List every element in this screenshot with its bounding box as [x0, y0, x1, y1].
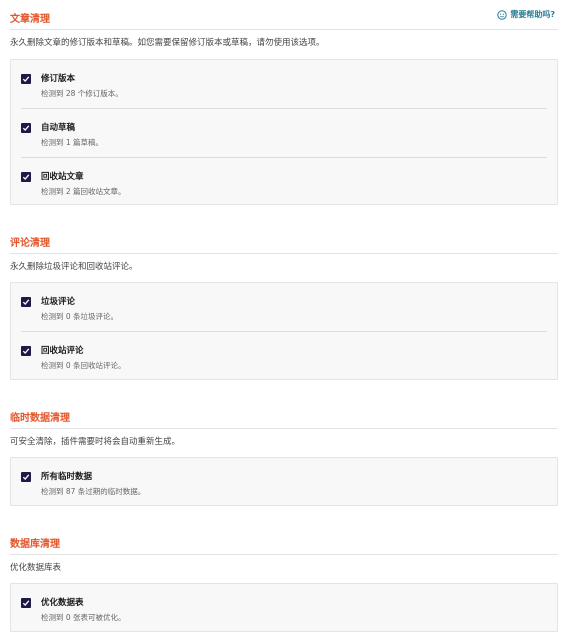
auto-drafts-checkbox[interactable]: [21, 123, 31, 133]
help-link[interactable]: 需要帮助吗?: [497, 9, 555, 20]
option-label: 修订版本: [41, 74, 76, 84]
option-detail: 检测到 1 篇草稿。: [41, 138, 104, 147]
section-title: 评论清理: [10, 238, 50, 249]
section-description: 可安全清除，插件需要时将会自动重新生成。: [10, 437, 181, 447]
trash-posts-checkbox[interactable]: [21, 172, 31, 182]
option-label: 优化数据表: [41, 598, 84, 608]
section-header: 数据库清理: [10, 533, 558, 555]
section-header: 评论清理: [10, 232, 558, 254]
check-icon: [22, 299, 30, 305]
option-detail: 检测到 2 篇回收站文章。: [41, 187, 126, 196]
section-header: 临时数据清理: [10, 407, 558, 429]
section-title: 文章清理: [10, 14, 50, 25]
option-label: 垃圾评论: [41, 297, 76, 307]
option-label: 所有临时数据: [41, 472, 93, 482]
trash-comments-checkbox[interactable]: [21, 346, 31, 356]
option-all-transients: 所有临时数据 检测到 87 条过期的临时数据。: [21, 458, 547, 506]
support-icon: [497, 9, 508, 20]
options-box-transients: 所有临时数据 检测到 87 条过期的临时数据。: [10, 457, 558, 506]
check-icon: [22, 600, 30, 606]
option-detail: 检测到 0 条垃圾评论。: [41, 312, 119, 321]
section-post-cleanup: 文章清理 需要帮助吗? 永久删除文章的修订版本和草稿。如您需要保留修订版本或草稿…: [10, 8, 558, 48]
check-icon: [22, 348, 30, 354]
section-comment-cleanup: 评论清理 永久删除垃圾评论和回收站评论。: [10, 232, 558, 272]
option-detail: 检测到 87 条过期的临时数据。: [41, 487, 146, 496]
section-database-cleanup: 数据库清理 优化数据库表: [10, 533, 558, 573]
option-trash-comments: 回收站评论 检测到 0 条回收站评论。: [21, 332, 547, 380]
section-description: 永久删除文章的修订版本和草稿。如您需要保留修订版本或草稿，请勿使用该选项。: [10, 38, 325, 48]
section-description: 永久删除垃圾评论和回收站评论。: [10, 262, 138, 272]
check-icon: [22, 474, 30, 480]
section-title: 临时数据清理: [10, 413, 70, 424]
options-box-comments: 垃圾评论 检测到 0 条垃圾评论。 回收站评论 检测到 0 条回收站评论。: [10, 282, 558, 380]
option-detail: 检测到 0 张表可被优化。: [41, 613, 126, 622]
optimize-tables-checkbox[interactable]: [21, 598, 31, 608]
check-icon: [22, 76, 30, 82]
option-revisions: 修订版本 检测到 28 个修订版本。: [21, 60, 547, 108]
check-icon: [22, 174, 30, 180]
option-spam-comments: 垃圾评论 检测到 0 条垃圾评论。: [21, 283, 547, 331]
section-description: 优化数据库表: [10, 563, 62, 573]
check-icon: [22, 125, 30, 131]
option-label: 自动草稿: [41, 123, 76, 133]
revisions-checkbox[interactable]: [21, 74, 31, 84]
options-box-posts: 修订版本 检测到 28 个修订版本。 自动草稿 检测到 1 篇草稿。 回收站文章…: [10, 59, 558, 205]
section-header: 文章清理 需要帮助吗?: [10, 8, 558, 30]
option-label: 回收站文章: [41, 172, 84, 182]
option-detail: 检测到 28 个修订版本。: [41, 89, 123, 98]
all-transients-checkbox[interactable]: [21, 472, 31, 482]
option-trash-posts: 回收站文章 检测到 2 篇回收站文章。: [21, 158, 547, 206]
section-title: 数据库清理: [10, 539, 60, 550]
option-label: 回收站评论: [41, 346, 84, 356]
option-auto-drafts: 自动草稿 检测到 1 篇草稿。: [21, 109, 547, 157]
help-label: 需要帮助吗?: [510, 10, 555, 19]
option-optimize-tables: 优化数据表 检测到 0 张表可被优化。: [21, 584, 547, 632]
spam-comments-checkbox[interactable]: [21, 297, 31, 307]
section-transient-cleanup: 临时数据清理 可安全清除，插件需要时将会自动重新生成。: [10, 407, 558, 447]
options-box-database: 优化数据表 检测到 0 张表可被优化。: [10, 583, 558, 632]
option-detail: 检测到 0 条回收站评论。: [41, 361, 126, 370]
